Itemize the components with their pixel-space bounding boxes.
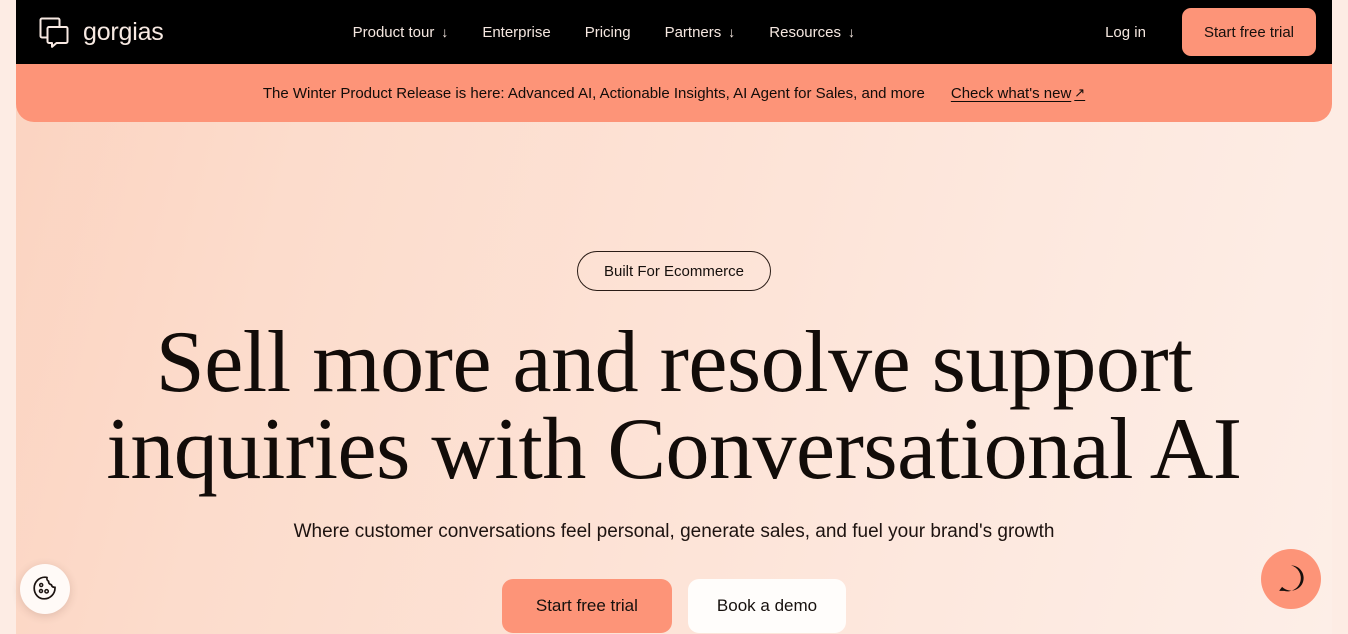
hero-eyebrow-pill[interactable]: Built For Ecommerce (576, 251, 772, 291)
hero-content: Built For Ecommerce Sell more and resolv… (16, 122, 1332, 633)
gorgias-logo-icon (38, 16, 70, 48)
nav-item-product-tour[interactable]: Product tour ↓ (336, 17, 466, 48)
chat-widget-button[interactable] (1261, 549, 1321, 609)
nav-item-partners[interactable]: Partners ↓ (648, 17, 753, 48)
external-link-arrow-icon: ↗ (1074, 85, 1086, 100)
nav-item-label: Partners (664, 23, 722, 41)
hero-subheadline: Where customer conversations feel person… (293, 521, 1055, 543)
announcement-text: The Winter Product Release is here: Adva… (262, 84, 925, 102)
hero-cta-row: Start free trial Book a demo (16, 578, 1332, 633)
page-title: Sell more and resolve support inquiries … (106, 314, 1242, 499)
nav-item-label: Resources (769, 23, 841, 41)
check-whats-new-label: Check what's new (950, 84, 1072, 102)
nav-item-enterprise[interactable]: Enterprise (465, 17, 567, 48)
page-root: Built For Ecommerce Sell more and resolv… (0, 0, 1348, 634)
arrow-down-icon: ↓ (847, 24, 855, 40)
cookie-preferences-button[interactable] (20, 564, 70, 614)
hero-start-free-trial-button[interactable]: Start free trial (501, 578, 672, 633)
nav-start-free-trial-button[interactable]: Start free trial (1181, 8, 1316, 56)
arrow-down-icon: ↓ (441, 24, 449, 40)
top-navigation-bar: gorgias Product tour ↓ Enterprise Pricin… (16, 0, 1332, 64)
cookie-icon (31, 574, 59, 605)
nav-links: Product tour ↓ Enterprise Pricing Partne… (336, 17, 872, 48)
check-whats-new-link[interactable]: Check what's new ↗ (951, 85, 1085, 102)
hero-book-a-demo-button[interactable]: Book a demo (687, 578, 847, 633)
nav-item-resources[interactable]: Resources ↓ (752, 17, 872, 48)
nav-item-label: Product tour (352, 23, 435, 41)
brand-name-text: gorgias (83, 17, 164, 46)
nav-item-label: Pricing (584, 23, 631, 41)
nav-item-pricing[interactable]: Pricing (568, 17, 648, 48)
login-link[interactable]: Log in (1087, 16, 1164, 49)
nav-actions: Log in Start free trial (1087, 8, 1316, 56)
chat-bubble-icon (1276, 563, 1306, 596)
announcement-banner: The Winter Product Release is here: Adva… (16, 64, 1332, 122)
arrow-down-icon: ↓ (728, 24, 736, 40)
nav-item-label: Enterprise (482, 23, 551, 41)
brand-logo-link[interactable]: gorgias (38, 16, 164, 48)
